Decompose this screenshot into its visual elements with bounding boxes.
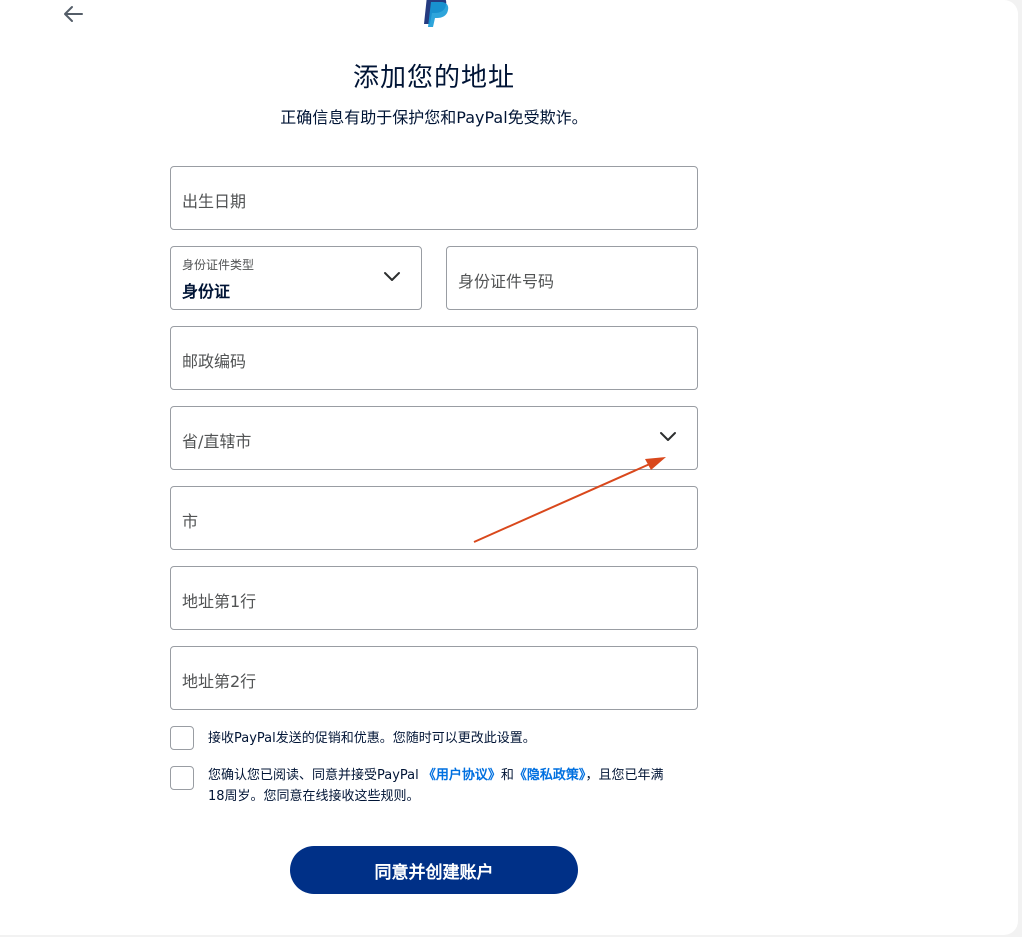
address-line1-placeholder: 地址第1行	[182, 592, 257, 611]
page-subtitle: 正确信息有助于保护您和PayPal免受欺诈。	[280, 108, 588, 127]
terms-suffix: ，且您已年满	[585, 768, 664, 783]
arrow-left-icon	[64, 6, 83, 22]
dob-field[interactable]: 出生日期	[170, 166, 698, 230]
terms-prefix: 您确认您已阅读、同意并接受PayPal	[208, 768, 423, 783]
chevron-down-icon	[660, 432, 676, 441]
address-line1-field[interactable]: 地址第1行	[170, 566, 698, 630]
marketing-consent-text: 接收PayPal发送的促销和优惠。您随时可以更改此设置。	[208, 731, 536, 746]
terms-consent-text: 您确认您已阅读、同意并接受PayPal 《用户协议》和《隐私政策》，且您已年满 …	[208, 765, 708, 807]
chevron-down-icon	[384, 272, 400, 281]
terms-checkbox[interactable]	[170, 766, 194, 790]
id-number-placeholder: 身份证件号码	[458, 272, 555, 291]
id-type-select[interactable]: 身份证件类型 身份证	[170, 246, 422, 310]
id-type-label: 身份证件类型	[182, 258, 255, 272]
page-title: 添加您的地址	[352, 63, 515, 93]
city-field[interactable]: 市	[170, 486, 698, 550]
terms-and: 和	[500, 768, 514, 783]
user-agreement-link[interactable]: 《用户协议》	[423, 768, 501, 783]
paypal-logo-icon	[419, 0, 451, 28]
address-line2-field[interactable]: 地址第2行	[170, 646, 698, 710]
page: 添加您的地址 正确信息有助于保护您和PayPal免受欺诈。 出生日期 身份证件类…	[0, 0, 1018, 935]
province-select[interactable]: 省/直辖市	[170, 406, 698, 470]
address-line2-placeholder: 地址第2行	[182, 672, 257, 691]
postal-code-placeholder: 邮政编码	[182, 352, 247, 371]
terms-line2: 18周岁。您同意在线接收这些规则。	[208, 789, 420, 804]
province-placeholder: 省/直辖市	[182, 432, 252, 451]
dob-placeholder: 出生日期	[182, 192, 247, 211]
postal-code-field[interactable]: 邮政编码	[170, 326, 698, 390]
city-placeholder: 市	[182, 512, 199, 531]
id-type-value: 身份证	[182, 282, 231, 301]
back-button[interactable]	[60, 0, 88, 28]
id-number-field[interactable]: 身份证件号码	[446, 246, 698, 310]
marketing-checkbox[interactable]	[170, 726, 194, 750]
privacy-policy-link[interactable]: 《隐私政策》	[514, 768, 586, 783]
agree-create-account-button[interactable]: 同意并创建账户	[290, 846, 578, 894]
